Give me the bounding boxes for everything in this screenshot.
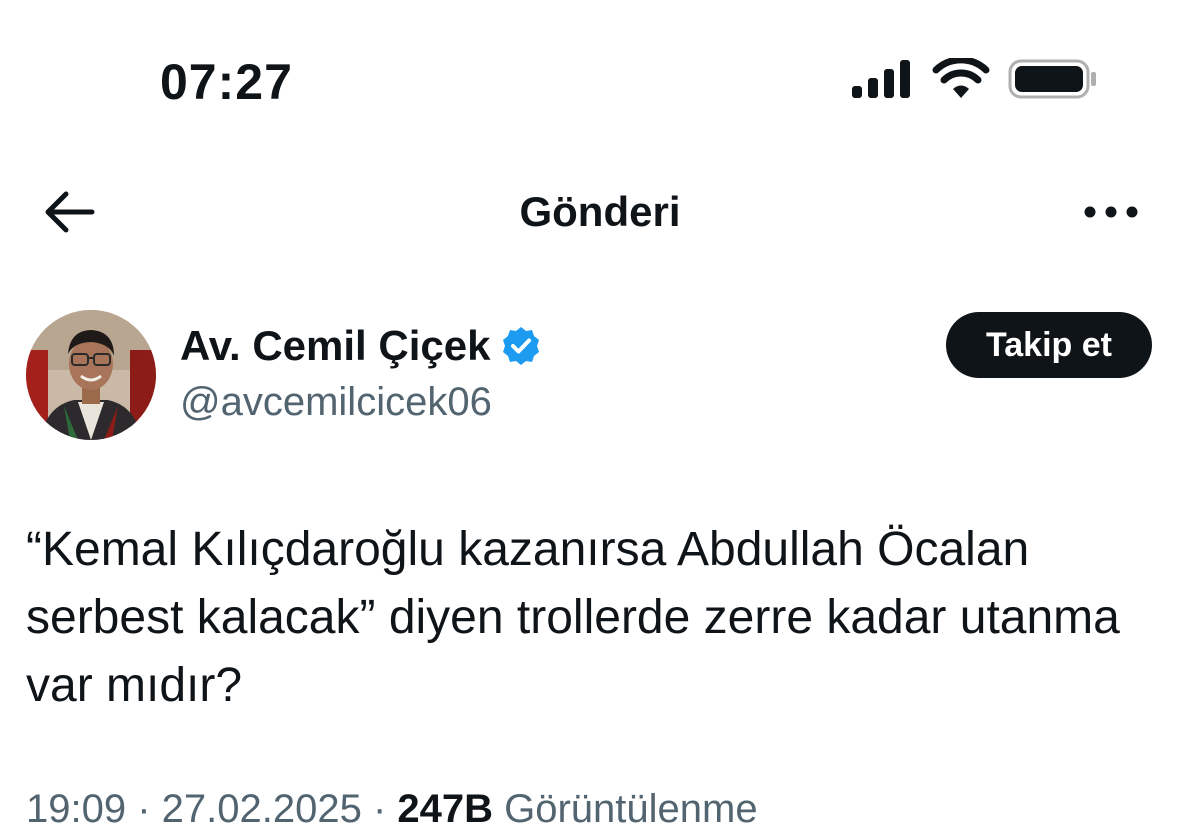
page-title: Gönderi — [519, 188, 681, 235]
more-horizontal-icon — [1084, 206, 1138, 218]
author-handle[interactable]: @avcemilcicek06 — [180, 376, 492, 428]
follow-button[interactable]: Takip et — [946, 312, 1152, 378]
status-icons — [850, 58, 1100, 104]
author-name-row[interactable]: Av. Cemil Çiçek — [180, 318, 542, 374]
tweet-timestamp[interactable]: 19:09 · 27.02.2025 — [26, 787, 362, 831]
more-options-button[interactable] — [1080, 190, 1144, 234]
tweet-meta: 19:09 · 27.02.2025 · 247B Görüntülenme — [26, 784, 758, 834]
author-name: Av. Cemil Çiçek — [180, 322, 491, 369]
battery-icon — [1008, 59, 1096, 99]
meta-separator: · — [361, 787, 398, 831]
views-label: Görüntülenme — [493, 787, 758, 831]
cellular-signal-icon — [852, 60, 910, 98]
avatar-image — [26, 310, 156, 440]
wifi-icon — [932, 58, 990, 98]
verified-badge-icon — [500, 325, 542, 367]
tweet-text: “Kemal Kılıçdaroğlu kazanırsa Abdullah Ö… — [26, 523, 1120, 712]
status-time: 07:27 — [160, 54, 293, 110]
avatar[interactable] — [26, 310, 156, 440]
views-count: 247B — [397, 787, 494, 831]
